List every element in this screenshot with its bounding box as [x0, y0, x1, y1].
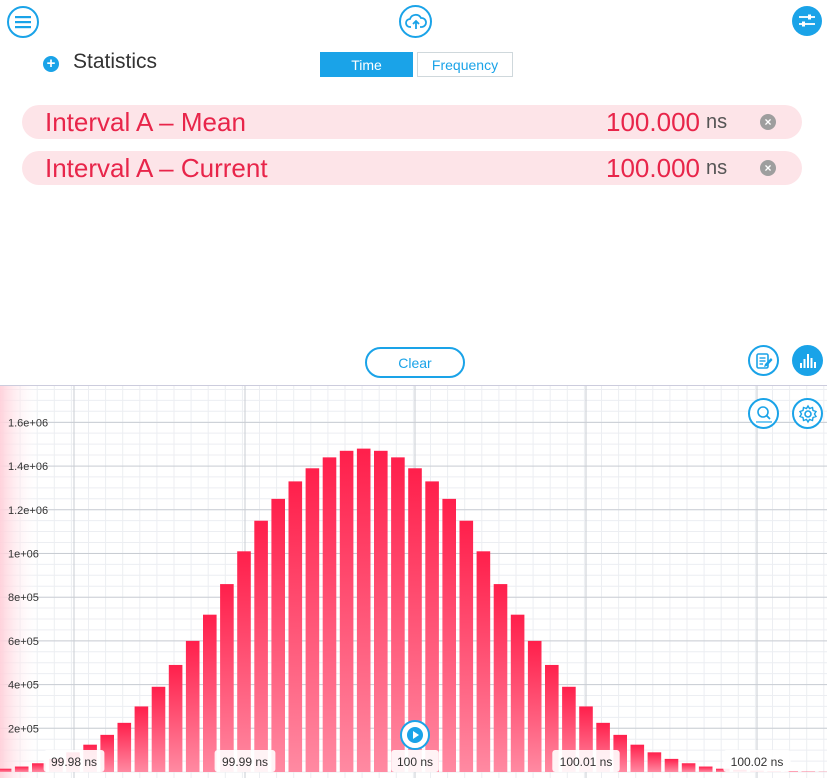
x-tick: 100 ns [391, 750, 439, 772]
y-tick-label: 6e+05 [8, 636, 39, 648]
remove-stat-icon[interactable]: × [760, 160, 776, 176]
histogram-bar [288, 481, 303, 772]
cloud-upload-icon [404, 13, 427, 29]
histogram-bar [185, 640, 200, 772]
histogram-bar [698, 766, 713, 772]
histogram-bar [168, 664, 183, 772]
play-button[interactable] [400, 720, 430, 750]
menu-icon [15, 16, 31, 29]
histogram-bar [271, 498, 285, 772]
chart-settings-button[interactable] [792, 398, 823, 429]
histogram-bar [203, 614, 217, 772]
x-tick: 100.02 ns [723, 750, 791, 772]
sliders-button[interactable] [792, 6, 822, 36]
y-tick-label: 1.6e+06 [8, 417, 48, 429]
stat-row-mean: Interval A – Mean 100.000 ns × [22, 105, 802, 139]
zoom-icon [755, 405, 772, 423]
histogram-bar [442, 498, 456, 772]
histogram-bar [134, 706, 149, 772]
tab-time[interactable]: Time [320, 52, 413, 77]
histogram-bar [664, 758, 679, 772]
stat-label: Interval A – Mean [45, 107, 246, 137]
y-tick-label: 1.2e+06 [8, 505, 48, 517]
clear-button[interactable]: Clear [365, 347, 465, 378]
histogram-bar [374, 450, 388, 772]
cloud-upload-button[interactable] [399, 5, 432, 38]
x-tick-label: 100.02 ns [731, 755, 784, 769]
histogram-bar [527, 640, 542, 772]
histogram-bar [0, 768, 12, 772]
stat-row-current: Interval A – Current 100.000 ns × [22, 151, 802, 185]
histogram-bar [220, 584, 234, 772]
sliders-icon [799, 14, 815, 27]
histogram-bar [322, 457, 337, 772]
histogram-chart[interactable]: 2e+05 4e+05 6e+05 8e+05 1e+06 1.2e+06 1.4e+06 1… [0, 385, 827, 778]
y-tick-label: 4e+05 [8, 680, 39, 692]
stat-value: 100.000 [606, 107, 700, 137]
histogram-bar [254, 520, 268, 772]
histogram-bar [630, 744, 645, 772]
x-tick-label: 100 ns [397, 755, 433, 769]
add-statistic-icon[interactable]: + [43, 56, 59, 72]
y-tick-label: 2e+05 [8, 723, 39, 735]
histogram-bar [476, 551, 491, 772]
remove-stat-icon[interactable]: × [760, 114, 776, 130]
histogram-bar [459, 520, 474, 772]
histogram-button[interactable] [792, 345, 823, 376]
zoom-button[interactable] [748, 398, 779, 429]
notes-button[interactable] [748, 345, 779, 376]
stat-value: 100.000 [606, 153, 700, 183]
play-icon [407, 727, 423, 743]
x-tick: 99.99 ns [214, 750, 276, 772]
histogram-bar [151, 686, 166, 772]
histogram-bar [647, 752, 662, 772]
x-tick-label: 99.99 ns [222, 755, 268, 769]
histogram-icon [799, 353, 816, 368]
x-tick: 99.98 ns [43, 750, 105, 772]
histogram-bar [493, 584, 508, 772]
histogram-bar [305, 468, 320, 772]
edit-notes-icon [755, 352, 772, 369]
histogram-bar [14, 766, 29, 772]
stat-unit: ns [706, 157, 728, 179]
x-tick-label: 99.98 ns [51, 755, 97, 769]
histogram-bar [510, 614, 525, 772]
histogram-bar [32, 763, 46, 772]
stat-label: Interval A – Current [45, 153, 268, 183]
histogram-bar [681, 763, 696, 772]
gear-icon [798, 404, 817, 423]
histogram-bar [117, 722, 132, 772]
x-tick: 100.01 ns [552, 750, 620, 772]
tab-frequency[interactable]: Frequency [417, 52, 513, 77]
x-tick-label: 100.01 ns [560, 755, 613, 769]
histogram-bar [356, 448, 371, 772]
y-tick-label: 8e+05 [8, 592, 39, 604]
y-tick-label: 1.4e+06 [8, 461, 48, 473]
menu-button[interactable] [7, 6, 39, 38]
stat-unit: ns [706, 111, 728, 133]
histogram-bar [339, 450, 354, 772]
histogram-bar [237, 551, 251, 772]
statistics-title: Statistics [73, 50, 158, 73]
y-tick-label: 1e+06 [8, 549, 39, 561]
